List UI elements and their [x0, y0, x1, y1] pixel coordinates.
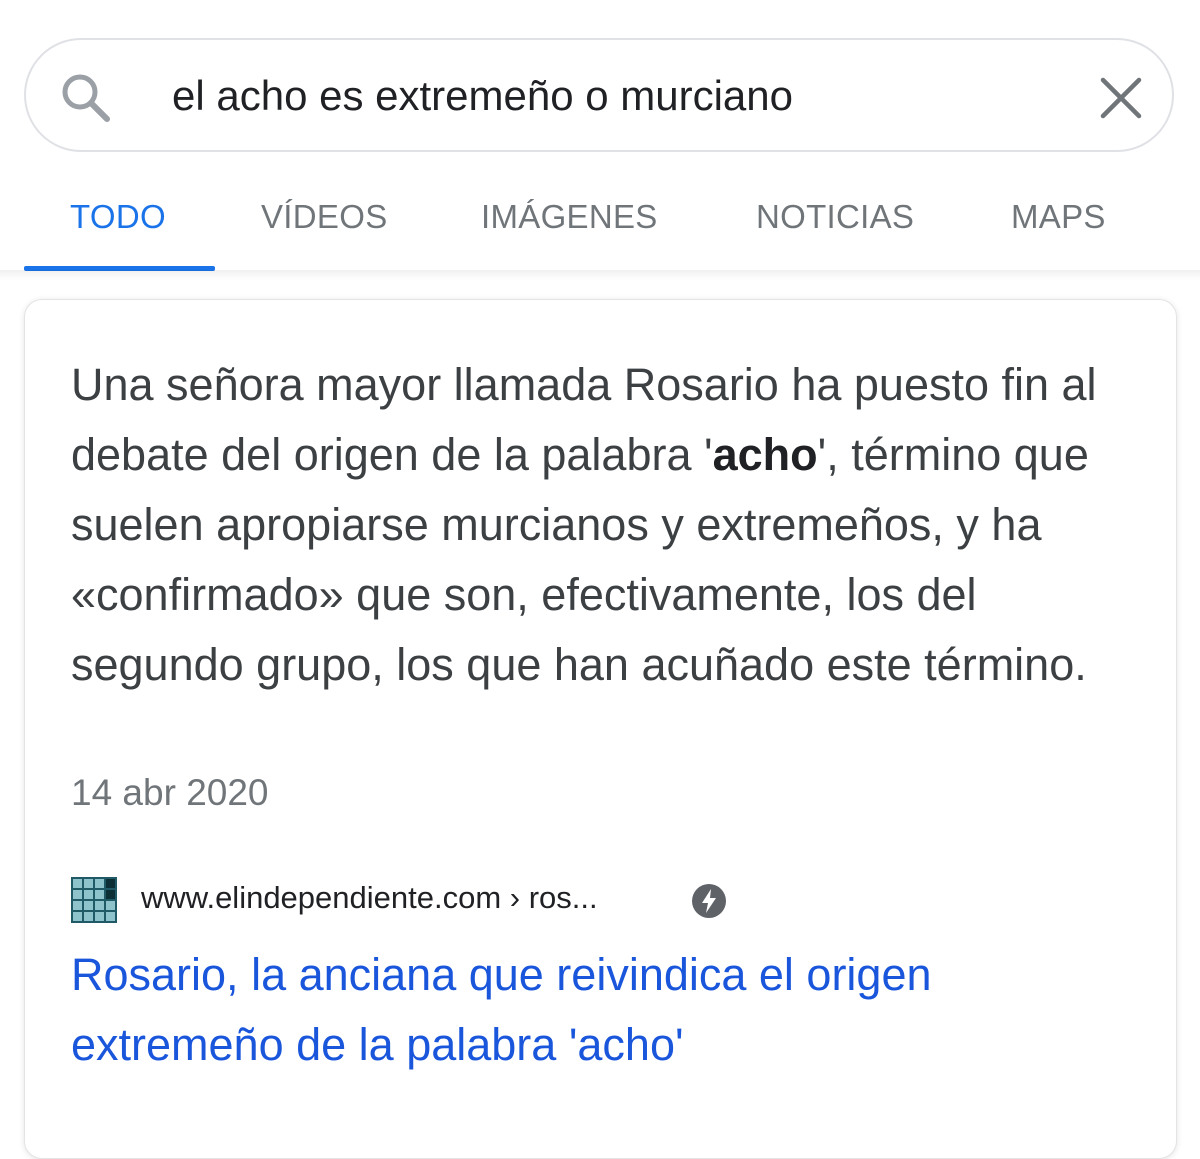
result-url[interactable]: www.elindependiente.com › ros... [141, 880, 598, 916]
search-icon[interactable] [58, 70, 114, 126]
result-source[interactable]: www.elindependiente.com › ros... [71, 874, 1131, 924]
search-tabs: TODO VÍDEOS IMÁGENES NOTICIAS MAPS [0, 170, 1200, 271]
tab-videos[interactable]: VÍDEOS [261, 198, 388, 236]
search-bar[interactable] [24, 38, 1174, 152]
result-title-link[interactable]: Rosario, la anciana que reivindica el or… [71, 940, 1131, 1080]
snippet-text: Una señora mayor llamada Rosario ha pues… [71, 350, 1131, 700]
search-input[interactable] [172, 66, 1052, 126]
result-title-text[interactable]: Rosario, la anciana que reivindica el or… [71, 949, 932, 1070]
site-favicon-icon [71, 877, 117, 923]
amp-lightning-icon [692, 884, 726, 918]
tab-todo[interactable]: TODO [70, 198, 166, 236]
close-icon[interactable] [1098, 75, 1144, 121]
tab-maps[interactable]: MAPS [1011, 198, 1106, 236]
featured-snippet-card: Una señora mayor llamada Rosario ha pues… [24, 299, 1177, 1159]
snippet-highlight: acho [712, 429, 818, 480]
snippet-date: 14 abr 2020 [71, 772, 269, 813]
tab-noticias[interactable]: NOTICIAS [756, 198, 914, 236]
tab-imagenes[interactable]: IMÁGENES [481, 198, 658, 236]
tabs-divider [0, 270, 1200, 280]
